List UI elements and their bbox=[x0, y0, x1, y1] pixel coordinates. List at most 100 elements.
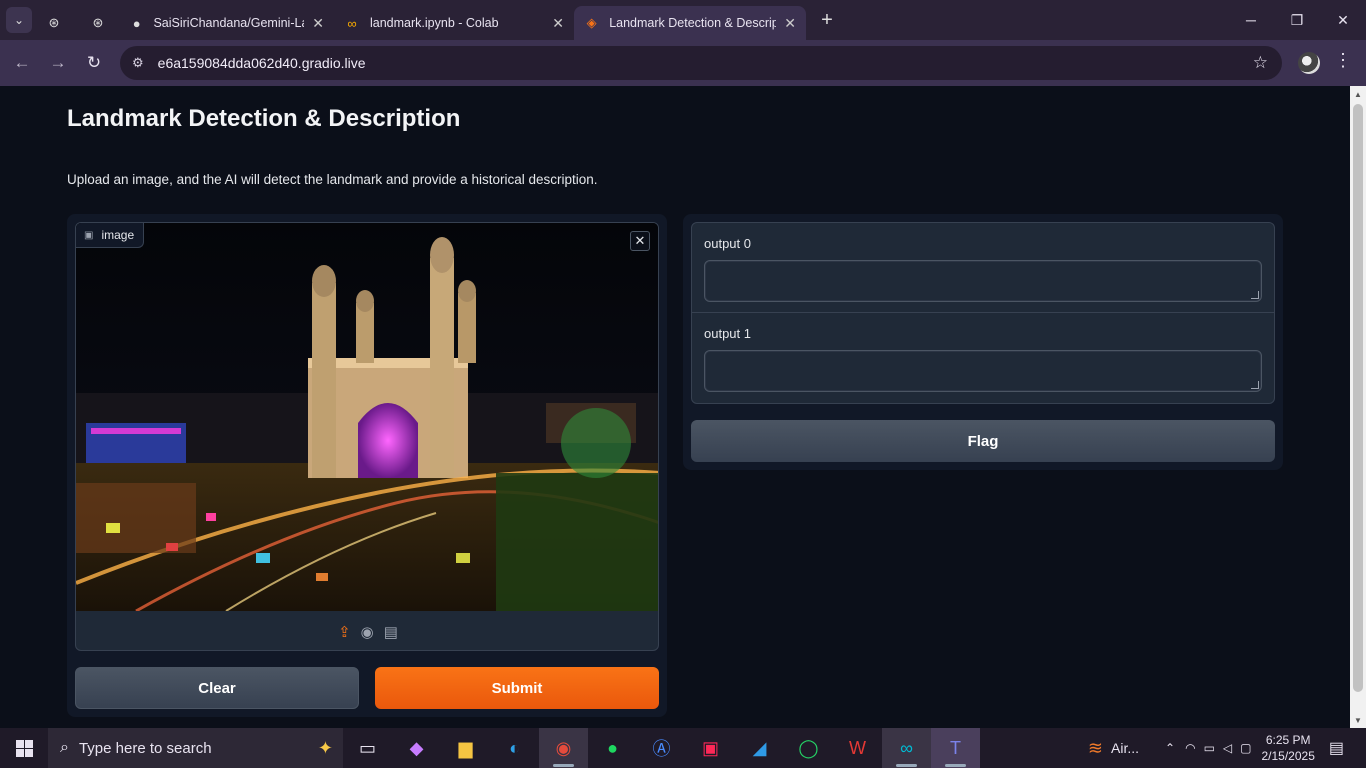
clock[interactable]: 6:25 PM 2/15/2025 bbox=[1261, 732, 1314, 764]
vscode-icon[interactable]: ◢ bbox=[735, 728, 784, 768]
chrome-icon[interactable]: ◉ bbox=[539, 728, 588, 768]
tab-search-button[interactable]: ⌄ bbox=[6, 7, 32, 33]
chatgpt-icon: ⊛ bbox=[92, 15, 104, 30]
close-icon: ✕ bbox=[634, 233, 646, 248]
close-icon[interactable]: ✕ bbox=[776, 15, 796, 32]
copilot-spark-icon: ✦ bbox=[317, 737, 333, 758]
tab-pinned-1[interactable]: ⊛ bbox=[32, 6, 76, 40]
remove-image-button[interactable]: ✕ bbox=[630, 231, 650, 251]
weather-text[interactable]: Air... bbox=[1111, 740, 1139, 756]
tab-github[interactable]: ● SaiSiriChandana/Gemini-Landm ✕ bbox=[120, 6, 334, 40]
minimize-icon: ─ bbox=[1246, 12, 1256, 28]
scroll-up-icon[interactable]: ▲ bbox=[1350, 86, 1366, 102]
start-button[interactable] bbox=[0, 728, 48, 768]
intellij-icon[interactable]: ▣ bbox=[686, 728, 735, 768]
colab-icon: ∞ bbox=[347, 15, 357, 31]
output-1-block: output 1 bbox=[692, 313, 1274, 403]
tab-title: Landmark Detection & Descripti bbox=[609, 16, 777, 30]
output-0-label: output 0 bbox=[704, 236, 751, 251]
minimize-button[interactable]: ─ bbox=[1228, 0, 1274, 40]
close-icon: ✕ bbox=[1337, 11, 1349, 28]
tab-colab[interactable]: ∞ landmark.ipynb - Colab ✕ bbox=[334, 6, 574, 40]
tab-gradio[interactable]: ◈ Landmark Detection & Descripti ✕ bbox=[574, 6, 806, 40]
webcam-icon[interactable]: ◉ bbox=[361, 623, 374, 641]
taskbar-search-placeholder: Type here to search bbox=[78, 739, 212, 757]
url-text[interactable]: e6a159084dda062d40.gradio.live bbox=[158, 55, 366, 71]
teams-icon[interactable]: T bbox=[931, 728, 980, 768]
image-icon: ▣ bbox=[84, 229, 94, 241]
chatgpt-icon: ⊛ bbox=[48, 15, 60, 30]
charminar-image bbox=[76, 223, 658, 611]
image-input[interactable]: ▣ image ✕ ⇪ ◉ ▤ bbox=[75, 222, 659, 651]
flag-button[interactable]: Flag bbox=[691, 420, 1275, 462]
chevron-down-icon: ⌄ bbox=[13, 13, 25, 27]
output-1-label: output 1 bbox=[704, 326, 751, 341]
page-description: Upload an image, and the AI will detect … bbox=[67, 172, 598, 187]
close-window-button[interactable]: ✕ bbox=[1320, 0, 1366, 40]
outputs-block: output 0 output 1 bbox=[691, 222, 1275, 404]
edge-icon[interactable]: ◐ bbox=[490, 728, 539, 768]
clipboard-icon[interactable]: ▤ bbox=[384, 623, 398, 641]
clear-button[interactable]: Clear bbox=[75, 667, 359, 709]
clock-date: 2/15/2025 bbox=[1261, 749, 1315, 763]
whatsapp-icon[interactable]: ◯ bbox=[784, 728, 833, 768]
back-button[interactable]: ← bbox=[4, 45, 40, 81]
clock-time: 6:25 PM bbox=[1265, 733, 1311, 747]
reload-icon: ↻ bbox=[86, 53, 102, 72]
scrollbar-thumb[interactable] bbox=[1353, 104, 1363, 692]
forward-button[interactable]: → bbox=[40, 45, 76, 81]
wifi-icon[interactable]: ◠ bbox=[1185, 741, 1195, 755]
tab-title: SaiSiriChandana/Gemini-Landm bbox=[153, 16, 304, 30]
reload-button[interactable]: ↻ bbox=[76, 45, 112, 81]
gradio-icon: ◈ bbox=[586, 15, 597, 30]
image-input-label: ▣ image bbox=[76, 223, 145, 248]
spotify-icon[interactable]: ● bbox=[588, 728, 637, 768]
close-icon[interactable]: ✕ bbox=[304, 15, 324, 32]
browser-toolbar: ← → ↻ ⚙ e6a159084dda062d40.gradio.live ☆… bbox=[0, 40, 1366, 86]
bookmark-star-icon[interactable]: ☆ bbox=[1253, 53, 1268, 73]
arrow-right-icon: → bbox=[49, 53, 67, 72]
page-title: Landmark Detection & Description bbox=[67, 105, 461, 132]
meet-now-icon[interactable]: ▢ bbox=[1240, 741, 1251, 755]
input-panel: ▣ image ✕ ⇪ ◉ ▤ Clear Submit bbox=[67, 214, 667, 717]
volume-icon[interactable]: ◁ bbox=[1223, 741, 1232, 755]
output-1-textbox[interactable] bbox=[704, 350, 1262, 392]
windows-taskbar: ⌕ Type here to search ✦ ▭ ◆ ▆ ◐ ◉ ● Ⓐ ▣ … bbox=[0, 728, 1366, 768]
github-icon: ● bbox=[132, 15, 141, 31]
output-0-block: output 0 bbox=[692, 223, 1274, 313]
profile-avatar[interactable] bbox=[1298, 52, 1320, 74]
site-settings-icon[interactable]: ⚙ bbox=[132, 55, 144, 71]
image-source-toolbar: ⇪ ◉ ▤ bbox=[76, 611, 658, 650]
weather-icon[interactable]: ≋ bbox=[1088, 738, 1103, 759]
new-tab-button[interactable]: + bbox=[812, 5, 842, 35]
notifications-icon[interactable]: ▤ bbox=[1329, 738, 1344, 758]
submit-button[interactable]: Submit bbox=[375, 667, 659, 709]
more-menu-icon[interactable]: ⋮ bbox=[1334, 50, 1352, 71]
page-scrollbar[interactable]: ▲ ▼ bbox=[1350, 86, 1366, 728]
battery-icon[interactable]: ▭ bbox=[1204, 741, 1215, 755]
address-bar[interactable]: ⚙ e6a159084dda062d40.gradio.live ☆ bbox=[120, 46, 1282, 80]
image-label-text: image bbox=[101, 228, 135, 242]
windows-logo-icon bbox=[15, 739, 33, 757]
restore-icon: ❐ bbox=[1290, 11, 1304, 28]
copilot-icon[interactable]: ◆ bbox=[392, 728, 441, 768]
search-icon: ⌕ bbox=[60, 739, 69, 756]
chevron-up-icon[interactable]: ⌃ bbox=[1165, 741, 1175, 755]
tab-title: landmark.ipynb - Colab bbox=[370, 16, 499, 30]
upload-icon[interactable]: ⇪ bbox=[338, 623, 351, 641]
page-content: Landmark Detection & Description Upload … bbox=[0, 86, 1350, 728]
scroll-down-icon[interactable]: ▼ bbox=[1350, 712, 1366, 728]
file-explorer-icon[interactable]: ▆ bbox=[441, 728, 490, 768]
arrow-left-icon: ← bbox=[13, 53, 31, 72]
app-store-icon[interactable]: Ⓐ bbox=[637, 728, 686, 768]
output-0-textbox[interactable] bbox=[704, 260, 1262, 302]
uploaded-image bbox=[76, 223, 658, 611]
webex-icon[interactable]: ∞ bbox=[882, 728, 931, 768]
taskbar-search[interactable]: ⌕ Type here to search ✦ bbox=[48, 728, 343, 768]
task-view-icon[interactable]: ▭ bbox=[343, 728, 392, 768]
tab-pinned-2[interactable]: ⊛ bbox=[76, 6, 120, 40]
restore-button[interactable]: ❐ bbox=[1274, 0, 1320, 40]
output-panel: output 0 output 1 Flag bbox=[683, 214, 1283, 470]
wps-icon[interactable]: W bbox=[833, 728, 882, 768]
close-icon[interactable]: ✕ bbox=[544, 15, 564, 32]
